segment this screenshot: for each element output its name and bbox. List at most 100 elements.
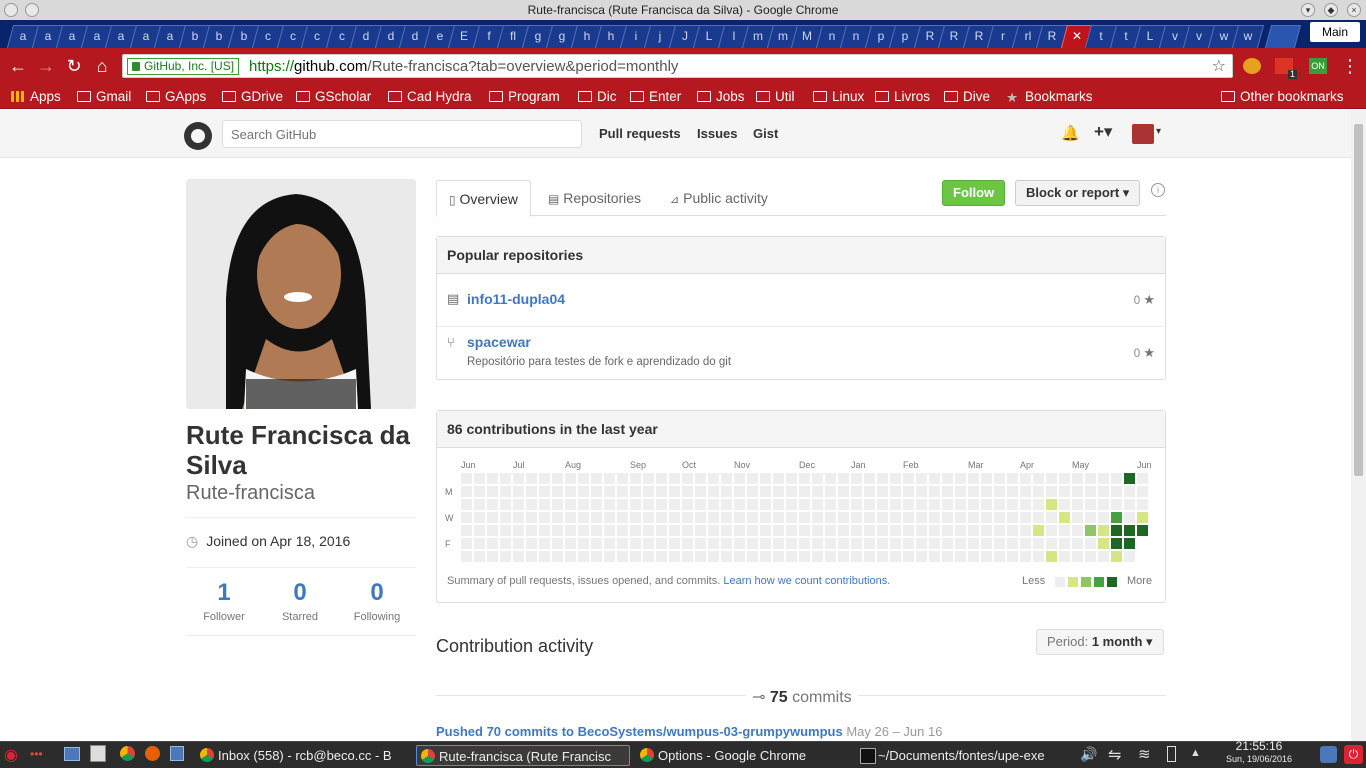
nav-issues[interactable]: Issues [697,126,737,141]
contribution-day[interactable] [578,538,589,549]
contribution-day[interactable] [929,551,940,562]
contribution-day[interactable] [851,473,862,484]
ssl-badge[interactable]: GitHub, Inc. [US] [127,58,240,75]
contribution-day[interactable] [981,512,992,523]
chrome-launcher-icon[interactable] [120,746,135,761]
contribution-day[interactable] [604,551,615,562]
contribution-day[interactable] [1059,473,1070,484]
contribution-day[interactable] [864,538,875,549]
tray-dots-icon[interactable]: ••• [30,747,43,761]
contribution-day[interactable] [656,551,667,562]
contribution-day[interactable] [526,499,537,510]
contribution-day[interactable] [1033,512,1044,523]
contribution-day[interactable] [1124,473,1135,484]
contribution-day[interactable] [552,512,563,523]
contribution-day[interactable] [1007,473,1018,484]
contribution-day[interactable] [942,551,953,562]
contribution-day[interactable] [669,551,680,562]
contribution-day[interactable] [552,525,563,536]
contribution-day[interactable] [1124,551,1135,562]
contribution-day[interactable] [461,525,472,536]
contribution-day[interactable] [981,473,992,484]
show-desktop-icon[interactable] [64,747,80,761]
contribution-day[interactable] [474,551,485,562]
contribution-day[interactable] [890,499,901,510]
bookmark-item[interactable]: Linux [813,87,864,106]
contribution-day[interactable] [825,551,836,562]
contribution-day[interactable] [500,473,511,484]
contribution-day[interactable] [890,551,901,562]
contribution-day[interactable] [929,486,940,497]
contribution-day[interactable] [656,486,667,497]
contribution-day[interactable] [474,512,485,523]
contribution-day[interactable] [760,486,771,497]
contribution-day[interactable] [877,538,888,549]
network-icon[interactable]: ⇋ [1108,745,1121,765]
contribution-day[interactable] [630,538,641,549]
tab-public-activity[interactable]: ⊿ Public activity [658,180,780,216]
contribution-day[interactable] [1033,525,1044,536]
contribution-day[interactable] [1111,551,1122,562]
contribution-day[interactable] [1007,499,1018,510]
contribution-day[interactable] [591,538,602,549]
contribution-day[interactable] [513,499,524,510]
contribution-day[interactable] [864,525,875,536]
contribution-day[interactable] [1072,499,1083,510]
contribution-day[interactable] [851,538,862,549]
contribution-day[interactable] [682,499,693,510]
contribution-day[interactable] [825,486,836,497]
contribution-day[interactable] [474,538,485,549]
bookmark-item[interactable]: Dive [944,87,990,106]
url-text[interactable]: https://github.com/Rute-francisca?tab=ov… [249,57,678,76]
stat-starred[interactable]: 0 Starred [262,578,338,623]
contribution-day[interactable] [1111,499,1122,510]
contribution-day[interactable] [669,473,680,484]
contribution-day[interactable] [812,486,823,497]
contribution-day[interactable] [747,486,758,497]
contribution-day[interactable] [825,473,836,484]
contribution-day[interactable] [695,512,706,523]
contribution-day[interactable] [1085,512,1096,523]
contribution-day[interactable] [643,512,654,523]
contribution-day[interactable] [1020,486,1031,497]
contribution-day[interactable] [1111,512,1122,523]
minimize-icon[interactable]: ▾ [1301,3,1315,17]
contribution-day[interactable] [669,538,680,549]
contribution-day[interactable] [643,486,654,497]
contribution-day[interactable] [903,551,914,562]
contribution-day[interactable] [513,551,524,562]
contribution-day[interactable] [786,499,797,510]
window-pin-icon[interactable] [25,3,39,17]
contribution-day[interactable] [1124,499,1135,510]
extension-badge-icon[interactable]: 1 [1275,58,1297,79]
contribution-day[interactable] [630,525,641,536]
contribution-day[interactable] [890,525,901,536]
contribution-day[interactable] [656,512,667,523]
contribution-day[interactable] [916,486,927,497]
contribution-day[interactable] [968,473,979,484]
tray-expand-icon[interactable]: ▲ [1190,747,1201,759]
contribution-day[interactable] [669,499,680,510]
contribution-day[interactable] [734,538,745,549]
bookmark-item[interactable]: GDrive [222,87,283,106]
taskbar-item[interactable]: Options - Google Chrome [636,745,850,766]
contribution-day[interactable] [669,486,680,497]
nav-pull-requests[interactable]: Pull requests [599,126,681,141]
contribution-day[interactable] [838,499,849,510]
contribution-day[interactable] [721,525,732,536]
contribution-day[interactable] [578,473,589,484]
contribution-day[interactable] [838,538,849,549]
contribution-day[interactable] [708,525,719,536]
contribution-day[interactable] [968,486,979,497]
contribution-day[interactable] [786,486,797,497]
contribution-day[interactable] [929,525,940,536]
contribution-day[interactable] [526,486,537,497]
contribution-day[interactable] [604,499,615,510]
contribution-day[interactable] [864,499,875,510]
push-link[interactable]: Pushed 70 commits to BecoSystems/wumpus-… [436,724,843,739]
contribution-day[interactable] [955,551,966,562]
contribution-day[interactable] [916,551,927,562]
contribution-day[interactable] [916,538,927,549]
chevron-down-icon[interactable]: ▾ [1156,126,1161,137]
contribution-day[interactable] [1085,551,1096,562]
